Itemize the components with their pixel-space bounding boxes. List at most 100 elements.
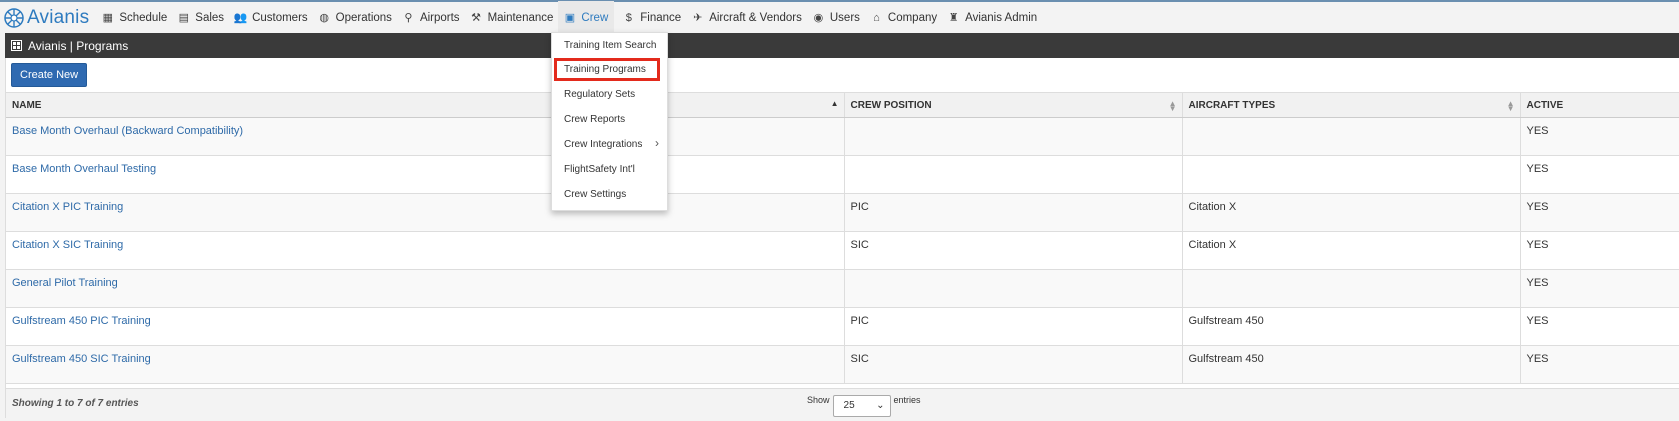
nav-schedule[interactable]: ▦ Schedule — [101, 1, 177, 34]
cell-aircraft-types — [1181, 155, 1520, 194]
cell-name: Gulfstream 450 SIC Training — [6, 345, 844, 384]
cell-crew-position — [843, 269, 1182, 308]
page-size-value: 25 — [843, 400, 855, 411]
menu-item-flightsafety-intl[interactable]: FlightSafety Int'l — [564, 162, 635, 178]
cell-name: General Pilot Training — [6, 269, 844, 308]
nav-customers[interactable]: 👥 Customers — [234, 1, 318, 34]
chevron-down-icon: ⌄ — [876, 400, 885, 411]
cell-crew-position: SIC — [843, 231, 1182, 270]
program-link[interactable]: Citation X PIC Training — [12, 201, 123, 213]
nav-sales-label: Sales — [195, 11, 225, 24]
brand-name: Avianis — [27, 6, 90, 28]
sort-icon: ▲ ▼ — [1506, 99, 1515, 113]
cell-active: YES — [1519, 117, 1679, 156]
table-row: Base Month Overhaul Testing YES — [6, 155, 1679, 194]
menu-item-training-programs[interactable]: Training Programs — [564, 62, 646, 78]
nav-operations[interactable]: ◍ Operations — [318, 1, 402, 34]
nav-customers-label: Customers — [252, 11, 308, 24]
column-header-aircraft-types-label: AIRCRAFT TYPES — [1188, 99, 1276, 111]
column-header-active-label: ACTIVE — [1526, 99, 1564, 111]
nav-avianis-admin[interactable]: ♜ Avianis Admin — [947, 1, 1047, 34]
nav-airports-label: Airports — [419, 11, 460, 24]
nav-maintenance[interactable]: ⚒ Maintenance — [470, 1, 564, 34]
cell-active: YES — [1519, 307, 1679, 346]
table-row: Gulfstream 450 PIC Training PIC Gulfstre… — [6, 307, 1679, 346]
programs-table: NAME ▲ CREW POSITION ▲ ▼ AIRCRAFT TYPES ▲ ▼ A… — [6, 92, 1679, 384]
cell-crew-position: PIC — [843, 193, 1182, 232]
create-new-button[interactable]: Create New — [11, 63, 88, 87]
page-size-select[interactable]: 25 ⌄ — [832, 395, 891, 417]
cell-active: YES — [1519, 155, 1679, 194]
table-row: Base Month Overhaul (Backward Compatibil… — [6, 117, 1679, 156]
program-link[interactable]: Gulfstream 450 SIC Training — [12, 353, 151, 365]
column-header-crew-position[interactable]: CREW POSITION ▲ ▼ — [843, 92, 1182, 118]
crew-dropdown-menu: Training Item Search Training Programs R… — [551, 32, 668, 211]
cell-active: YES — [1519, 193, 1679, 232]
avianis-logo-icon — [4, 7, 24, 28]
table-row: Citation X PIC Training PIC Citation X Y… — [6, 193, 1679, 232]
plane-icon: ✈ — [693, 12, 703, 24]
nav-company[interactable]: ⌂ Company — [870, 1, 947, 34]
cell-crew-position: PIC — [843, 307, 1182, 346]
top-navigation: Avianis ▦ Schedule ▤ Sales 👥 Customers ◍… — [0, 0, 1679, 34]
program-link[interactable]: Gulfstream 450 PIC Training — [12, 315, 151, 327]
menu-item-crew-reports[interactable]: Crew Reports — [564, 112, 625, 128]
cell-active: YES — [1519, 345, 1679, 384]
nav-airports[interactable]: ⚲ Airports — [402, 1, 470, 34]
entries-info: Showing 1 to 7 of 7 entries — [12, 398, 139, 409]
dollar-icon: $ — [625, 11, 632, 24]
cell-name: Base Month Overhaul Testing — [6, 155, 844, 194]
cell-aircraft-types: Citation X — [1181, 231, 1520, 270]
column-header-name[interactable]: NAME ▲ — [6, 92, 844, 118]
cell-active: YES — [1519, 231, 1679, 270]
nav-aircraft-vendors[interactable]: ✈ Aircraft & Vendors — [691, 1, 812, 34]
globe-icon: ◍ — [319, 12, 329, 24]
sort-icon: ▲ ▼ — [1168, 99, 1177, 113]
program-link[interactable]: Base Month Overhaul Testing — [12, 163, 156, 175]
wrench-icon: ⚒ — [471, 12, 481, 24]
nav-users[interactable]: ◉ Users — [812, 1, 870, 34]
bank-icon: ⌂ — [873, 11, 880, 24]
nav-crew-label: Crew — [581, 11, 609, 24]
column-header-name-label: NAME — [12, 99, 42, 111]
page-title-bar: Avianis | Programs — [5, 33, 1679, 58]
table-row: Gulfstream 450 SIC Training SIC Gulfstre… — [6, 345, 1679, 384]
cell-aircraft-types: Gulfstream 450 — [1181, 345, 1520, 384]
building-icon: ♜ — [948, 12, 959, 24]
sort-ascending-icon: ▲ — [830, 99, 839, 108]
document-icon: ▤ — [178, 12, 189, 24]
nav-company-label: Company — [887, 11, 938, 24]
cell-aircraft-types: Citation X — [1181, 193, 1520, 232]
cell-name: Citation X PIC Training — [6, 193, 844, 232]
cell-name: Citation X SIC Training — [6, 231, 844, 270]
menu-item-training-item-search[interactable]: Training Item Search — [564, 38, 656, 54]
column-header-aircraft-types[interactable]: AIRCRAFT TYPES ▲ ▼ — [1181, 92, 1520, 118]
cell-crew-position — [843, 117, 1182, 156]
nav-maintenance-label: Maintenance — [487, 11, 554, 24]
brand[interactable]: Avianis — [3, 7, 89, 29]
nav-crew[interactable]: ▣ Crew — [558, 1, 615, 34]
program-link[interactable]: Citation X SIC Training — [12, 239, 123, 251]
cell-crew-position: SIC — [843, 345, 1182, 384]
nav-avianis-admin-label: Avianis Admin — [965, 11, 1038, 24]
entries-label: entries — [893, 395, 921, 405]
nav-finance[interactable]: $ Finance — [622, 1, 691, 34]
programs-panel: Create New NAME ▲ CREW POSITION ▲ ▼ AIRCRAF… — [5, 58, 1679, 418]
nav-sales[interactable]: ▤ Sales — [177, 1, 234, 34]
cell-aircraft-types: Gulfstream 450 — [1181, 307, 1520, 346]
menu-item-crew-settings[interactable]: Crew Settings — [564, 187, 626, 203]
cell-active: YES — [1519, 269, 1679, 308]
cell-name: Base Month Overhaul (Backward Compatibil… — [6, 117, 844, 156]
page-title: Avianis | Programs — [28, 38, 129, 53]
program-link[interactable]: General Pilot Training — [12, 277, 118, 289]
menu-item-crew-integrations[interactable]: Crew Integrations — [564, 137, 642, 153]
column-header-active[interactable]: ACTIVE — [1519, 92, 1679, 118]
page-length-control: Show 25 ⌄ entries — [807, 395, 921, 417]
menu-item-regulatory-sets[interactable]: Regulatory Sets — [564, 87, 635, 103]
show-label: Show — [807, 395, 830, 405]
program-link[interactable]: Base Month Overhaul (Backward Compatibil… — [12, 125, 243, 137]
table-footer: Showing 1 to 7 of 7 entries Show 25 ⌄ en… — [6, 388, 1679, 418]
cell-crew-position — [843, 155, 1182, 194]
nav-operations-label: Operations — [335, 11, 392, 24]
cell-aircraft-types — [1181, 269, 1520, 308]
